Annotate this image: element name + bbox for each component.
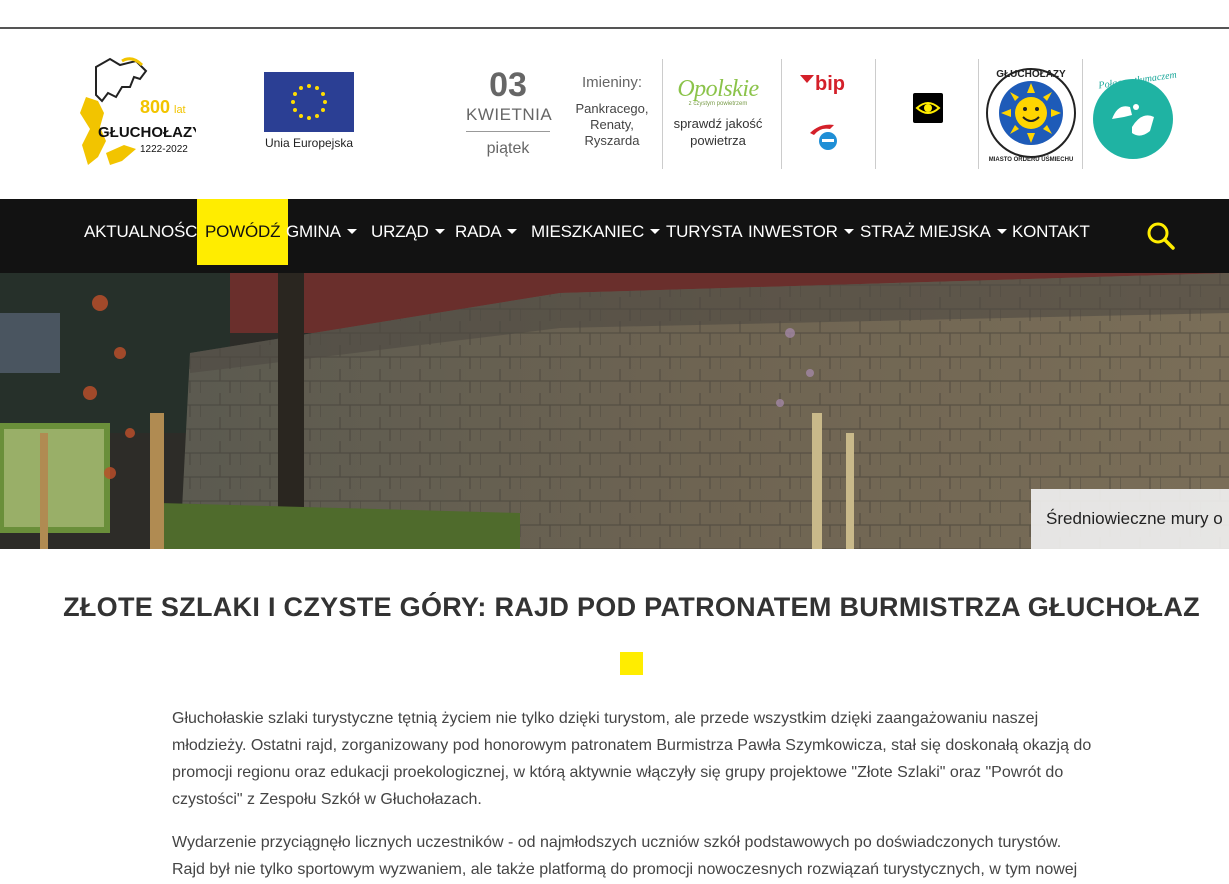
title-accent-square [620, 652, 643, 675]
nav-item-powodz[interactable]: POWÓDŹ [197, 199, 289, 265]
search-icon[interactable] [1146, 221, 1176, 251]
date-weekday: piątek [486, 140, 530, 157]
article-paragraph: Wydarzenie przyciągnęło licznych uczestn… [172, 834, 1078, 878]
hero-slider[interactable]: Średniowieczne mury o [0, 273, 1229, 549]
article-paragraph: Głuchołaskie szlaki turystyczne tętnią ż… [172, 710, 1092, 808]
header-divider [875, 59, 876, 169]
site-header: 800 lat GŁUCHOŁAZY 1222-2022 Unia Europe… [0, 29, 1229, 199]
logo-800-number: 800 [140, 97, 170, 117]
nav-item-straz-miejska[interactable]: STRAŻ MIEJSKA [852, 199, 1015, 265]
logo-800-years: 1222-2022 [140, 144, 188, 155]
chevron-down-icon [434, 228, 445, 234]
article-title: ZŁOTE SZLAKI I CZYSTE GÓRY: RAJD POD PAT… [63, 592, 1200, 622]
bip-link[interactable]: bip [798, 69, 858, 103]
main-nav: AKTUALNOŚCI POWÓDŹ GMINA URZĄD RADA MIES… [0, 199, 1229, 273]
e-services-link[interactable] [806, 121, 846, 153]
header-divider [1082, 59, 1083, 169]
bip-label: bip [815, 73, 845, 95]
date-month: KWIETNIA [466, 105, 552, 132]
eu-label: Unia Europejska [264, 136, 354, 150]
hero-caption[interactable]: Średniowieczne mury o [1031, 489, 1229, 549]
name-days-label: Imieniny: [581, 74, 643, 91]
opolskie-logo-icon: Opolskie [677, 76, 759, 102]
name-days: Imieniny: Pankracego, Renaty, Ryszarda [570, 75, 654, 149]
eu-block[interactable]: Unia Europejska [262, 72, 358, 150]
chevron-down-icon [346, 228, 357, 234]
date-day: 03 [489, 66, 527, 104]
nav-item-gmina[interactable]: GMINA [278, 199, 365, 265]
medal-top-text: GŁUCHOŁAZY [996, 69, 1066, 80]
header-divider [662, 59, 663, 169]
sign-language-translator-link[interactable]: Połącz z tłumaczem [1090, 69, 1180, 161]
logo-800-name: GŁUCHOŁAZY [98, 124, 196, 141]
header-divider [781, 59, 782, 169]
nav-item-mieszkaniec[interactable]: MIESZKANIEC [523, 199, 668, 265]
chevron-down-icon [507, 228, 518, 234]
nav-item-kontakt[interactable]: KONTAKT [1004, 199, 1098, 265]
medal-bottom-text: MIASTO ORDERU UŚMIECHU [989, 156, 1074, 163]
nav-item-urzad[interactable]: URZĄD [363, 199, 453, 265]
header-divider [978, 59, 979, 169]
air-quality-text: sprawdź jakość powietrza [673, 116, 763, 148]
logo-800-lat-icon[interactable]: 800 lat GŁUCHOŁAZY 1222-2022 [76, 57, 202, 169]
nav-item-aktualnosci[interactable]: AKTUALNOŚCI [76, 199, 210, 265]
nav-item-rada[interactable]: RADA [447, 199, 525, 265]
article-body: Głuchołaskie szlaki turystyczne tętnią ż… [172, 705, 1097, 884]
nav-item-inwestor[interactable]: INWESTOR [740, 199, 862, 265]
name-days-list: Pankracego, Renaty, Ryszarda [575, 101, 649, 148]
air-quality-link[interactable]: Opolskie z czystym powietrzem sprawdź ja… [668, 77, 768, 149]
e-services-icon [810, 124, 837, 150]
bip-logo-icon: bip [800, 73, 845, 95]
nav-item-turysta[interactable]: TURYSTA [658, 199, 750, 265]
sign-language-icon: Połącz z tłumaczem [1093, 70, 1177, 159]
date-widget: 03 KWIETNIA piątek [466, 66, 552, 158]
accessibility-eye-icon[interactable] [913, 93, 943, 123]
order-usmiechu-medal-icon[interactable]: GŁUCHOŁAZY MIASTO ORDERU UŚMIECHU [985, 57, 1077, 169]
eu-flag-icon [264, 72, 354, 132]
logo-800-suffix: lat [174, 104, 186, 116]
